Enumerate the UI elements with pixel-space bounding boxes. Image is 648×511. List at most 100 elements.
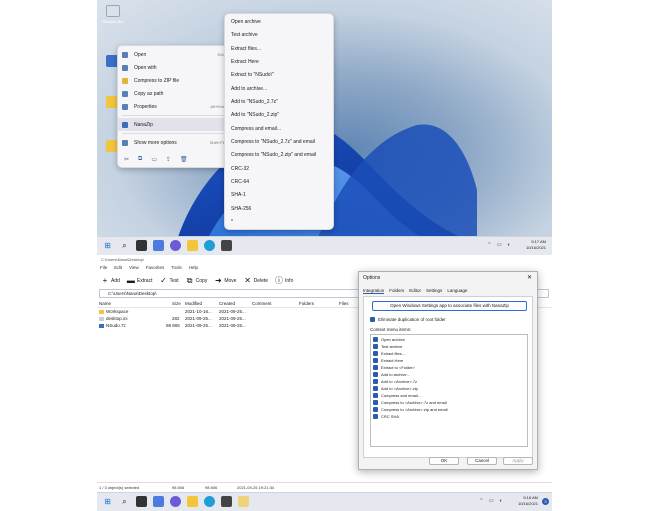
menu-item-properties[interactable]: Properties Alt+Enter: [118, 100, 233, 113]
extract-button[interactable]: ▬ Extract: [125, 277, 155, 285]
submenu-item[interactable]: Test archive: [231, 32, 258, 38]
list-item[interactable]: Extract to <Folder>: [373, 365, 415, 371]
checkbox-checked-icon[interactable]: [373, 365, 378, 371]
checkbox-checked-icon[interactable]: [373, 393, 378, 399]
search-icon[interactable]: ⌕: [119, 496, 130, 507]
submenu-item[interactable]: Add to "NSudo_2.7z": [231, 99, 278, 105]
tab-editor[interactable]: Editor: [409, 288, 421, 294]
desktop-icon-recycle-bin[interactable]: Recycle Bin: [98, 5, 128, 24]
submenu-item[interactable]: Extract to "NSudo\": [231, 72, 274, 78]
menu-item-open[interactable]: Open Enter: [118, 48, 233, 61]
start-icon[interactable]: ⊞: [102, 496, 113, 507]
task-view-icon[interactable]: [136, 496, 147, 507]
chat-icon[interactable]: [170, 496, 181, 507]
menu-edit[interactable]: Edit: [114, 265, 122, 273]
list-item[interactable]: Open archive: [373, 337, 405, 343]
delete-button[interactable]: ✕ Delete: [242, 277, 270, 285]
menu-help[interactable]: Help: [189, 265, 198, 273]
column-folders[interactable]: Folders: [299, 301, 314, 306]
list-item[interactable]: Test archive: [373, 344, 402, 350]
delete-icon[interactable]: 🗑: [180, 156, 188, 163]
list-item[interactable]: Add to <Archive>.zip: [373, 386, 418, 392]
task-view-icon[interactable]: [136, 240, 147, 251]
submenu-item[interactable]: *: [231, 219, 233, 225]
ok-button[interactable]: OK: [429, 457, 459, 465]
list-item[interactable]: CRC SHA: [373, 414, 399, 420]
submenu-item[interactable]: Open archive: [231, 19, 261, 25]
store-icon[interactable]: [221, 240, 232, 251]
submenu-item[interactable]: Add to "NSudo_2.zip": [231, 112, 279, 118]
submenu-item[interactable]: Add to archive...: [231, 86, 267, 92]
copy-button[interactable]: ⧉ Copy: [184, 277, 210, 285]
menu-item-open-with[interactable]: Open with ›: [118, 61, 233, 74]
notification-badge[interactable]: 3: [542, 498, 549, 505]
info-button[interactable]: ⓘ Info: [273, 277, 295, 285]
file-explorer-icon[interactable]: [187, 240, 198, 251]
checkbox-checked-icon[interactable]: [373, 400, 378, 406]
list-item[interactable]: Extract files...: [373, 351, 405, 357]
nanazip-taskbar-icon[interactable]: [238, 496, 249, 507]
copy-icon[interactable]: ⧉: [138, 156, 142, 163]
menu-file[interactable]: File: [100, 265, 107, 273]
menu-view[interactable]: View: [129, 265, 139, 273]
checkbox-checked-icon[interactable]: [373, 407, 378, 413]
column-created[interactable]: Created: [219, 301, 235, 306]
list-item[interactable]: Compress and email...: [373, 393, 421, 399]
list-item[interactable]: Add to archive...: [373, 372, 410, 378]
column-files[interactable]: Files: [339, 301, 349, 306]
submenu-item[interactable]: Compress to "NSudo_2.zip" and email: [231, 152, 316, 158]
tab-integration[interactable]: Integration: [363, 288, 385, 294]
column-size[interactable]: Size: [172, 301, 181, 306]
list-item[interactable]: Compress to <Archive>.7z and email: [373, 400, 447, 406]
share-icon[interactable]: ⇪: [166, 156, 171, 163]
menu-item-compress-zip[interactable]: Compress to ZIP file: [118, 74, 233, 87]
checkbox-checked-icon[interactable]: [373, 337, 378, 343]
tray-clock[interactable]: 5:18 AM 10/16/2021: [518, 495, 538, 507]
add-button[interactable]: + Add: [99, 277, 122, 285]
menu-tools[interactable]: Tools: [171, 265, 182, 273]
menu-item-copy-path[interactable]: Copy as path: [118, 87, 233, 100]
column-modified[interactable]: Modified: [185, 301, 202, 306]
start-icon[interactable]: ⊞: [102, 240, 113, 251]
column-comment[interactable]: Comment: [252, 301, 272, 306]
cancel-button[interactable]: Cancel: [467, 457, 497, 465]
checkbox-checked-icon[interactable]: [373, 379, 378, 385]
open-settings-button[interactable]: Open Windows Settings app to associate f…: [372, 301, 527, 311]
checkbox-checked-icon[interactable]: [373, 358, 378, 364]
tab-language[interactable]: Language: [447, 288, 467, 294]
tab-settings[interactable]: Settings: [426, 288, 442, 294]
cut-icon[interactable]: ✂: [124, 156, 129, 163]
checkbox-checked-icon[interactable]: [370, 317, 375, 323]
checkbox-checked-icon[interactable]: [373, 386, 378, 392]
tray-clock[interactable]: 5:17 AM 10/16/2021: [526, 239, 546, 251]
submenu-item[interactable]: Compress to "NSudo_2.7z" and email: [231, 139, 315, 145]
test-button[interactable]: ✓ Test: [157, 277, 180, 285]
move-button[interactable]: ➜ Move: [212, 277, 238, 285]
edge-icon[interactable]: [204, 496, 215, 507]
tray-icons[interactable]: ⌃ ▭ ◖: [479, 498, 504, 504]
list-item[interactable]: Add to <Archive>.7z: [373, 379, 417, 385]
submenu-item[interactable]: SHA-256: [231, 206, 251, 212]
rename-icon[interactable]: ▭: [151, 156, 157, 163]
submenu-item[interactable]: CRC-32: [231, 166, 249, 172]
checkbox-checked-icon[interactable]: [373, 372, 378, 378]
widgets-icon[interactable]: [153, 496, 164, 507]
list-item[interactable]: Compress to <Archive>.zip and email: [373, 407, 447, 413]
checkbox-checked-icon[interactable]: [373, 351, 378, 357]
tab-folders[interactable]: Folders: [389, 288, 404, 294]
store-icon[interactable]: [221, 496, 232, 507]
close-icon[interactable]: ✕: [527, 274, 532, 281]
submenu-item[interactable]: Compress and email...: [231, 126, 281, 132]
menu-favorites[interactable]: Favorites: [146, 265, 165, 273]
edge-icon[interactable]: [204, 240, 215, 251]
apply-button[interactable]: Apply: [503, 457, 533, 465]
list-item[interactable]: Extract Here: [373, 358, 403, 364]
submenu-item[interactable]: CRC-64: [231, 179, 249, 185]
checkbox-checked-icon[interactable]: [373, 414, 378, 420]
eliminate-checkbox-row[interactable]: Eliminate duplication of root folder: [370, 317, 446, 323]
submenu-item[interactable]: Extract Here: [231, 59, 259, 65]
tray-icons[interactable]: ⌃ ▭ ◖: [487, 242, 512, 248]
search-icon[interactable]: ⌕: [119, 240, 130, 251]
menu-item-nanazip[interactable]: NanaZip ›: [118, 118, 233, 131]
checkbox-checked-icon[interactable]: [373, 344, 378, 350]
